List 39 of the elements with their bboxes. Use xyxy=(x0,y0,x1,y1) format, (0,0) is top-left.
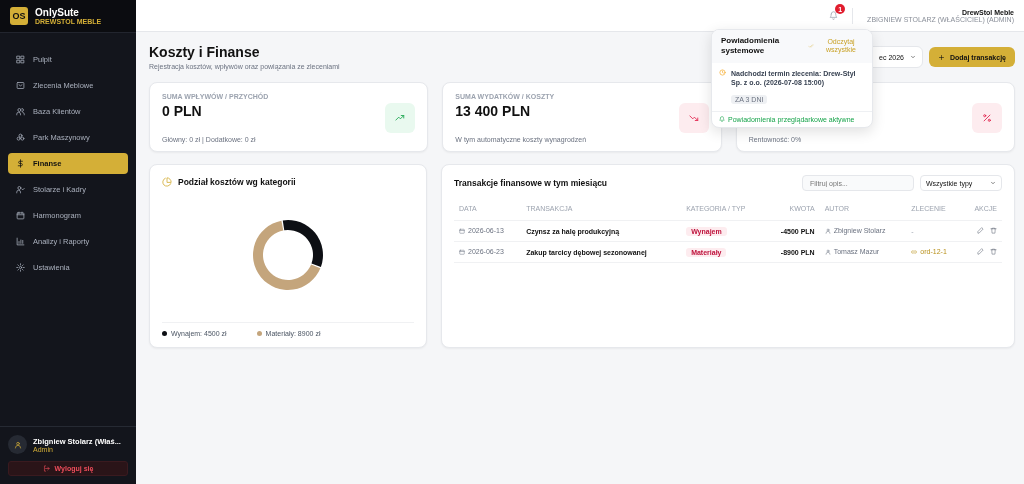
users-icon xyxy=(16,107,25,116)
user-check-icon xyxy=(16,185,25,194)
bell-icon xyxy=(719,116,725,123)
grid-icon xyxy=(16,55,25,64)
pencil-icon xyxy=(977,248,984,255)
bell-icon xyxy=(829,11,839,20)
percent-icon xyxy=(982,113,992,123)
chevron-down-icon xyxy=(909,54,916,60)
app-name: OnlySute xyxy=(35,7,79,18)
trash-icon xyxy=(990,248,997,255)
trend-up-icon xyxy=(395,113,406,123)
clock-icon xyxy=(719,68,726,76)
pencil-icon xyxy=(977,227,984,234)
page-title: Koszty i Finanse xyxy=(149,44,260,60)
user-icon xyxy=(13,440,22,449)
chevron-down-icon xyxy=(990,180,996,186)
calendar-icon xyxy=(459,227,465,234)
settings-icon xyxy=(16,263,25,272)
user-icon xyxy=(824,248,831,255)
pie-chart-icon xyxy=(162,177,172,187)
stat-value: 13 400 PLN xyxy=(455,103,532,119)
calendar-icon xyxy=(459,248,465,255)
plus-icon xyxy=(937,53,945,61)
link-icon xyxy=(911,248,918,255)
popup-title: Powiadomienia systemowe xyxy=(721,36,781,57)
calendar-icon xyxy=(16,211,25,220)
card-title: Podział kosztów wg kategorii xyxy=(178,177,296,187)
bar-chart-icon xyxy=(16,237,25,246)
logout-icon xyxy=(42,465,50,472)
box-icon xyxy=(16,81,25,90)
cluster-icon xyxy=(16,133,25,142)
card-title: Transakcje finansowe w tym miesiącu xyxy=(454,178,609,188)
user-icon xyxy=(824,227,831,234)
trend-down-icon xyxy=(688,113,699,123)
logo: OS xyxy=(10,7,28,25)
trash-icon xyxy=(990,227,997,234)
stat-value: 0 PLN xyxy=(162,103,203,119)
dollar-icon xyxy=(16,159,25,168)
double-check-icon xyxy=(808,43,814,50)
